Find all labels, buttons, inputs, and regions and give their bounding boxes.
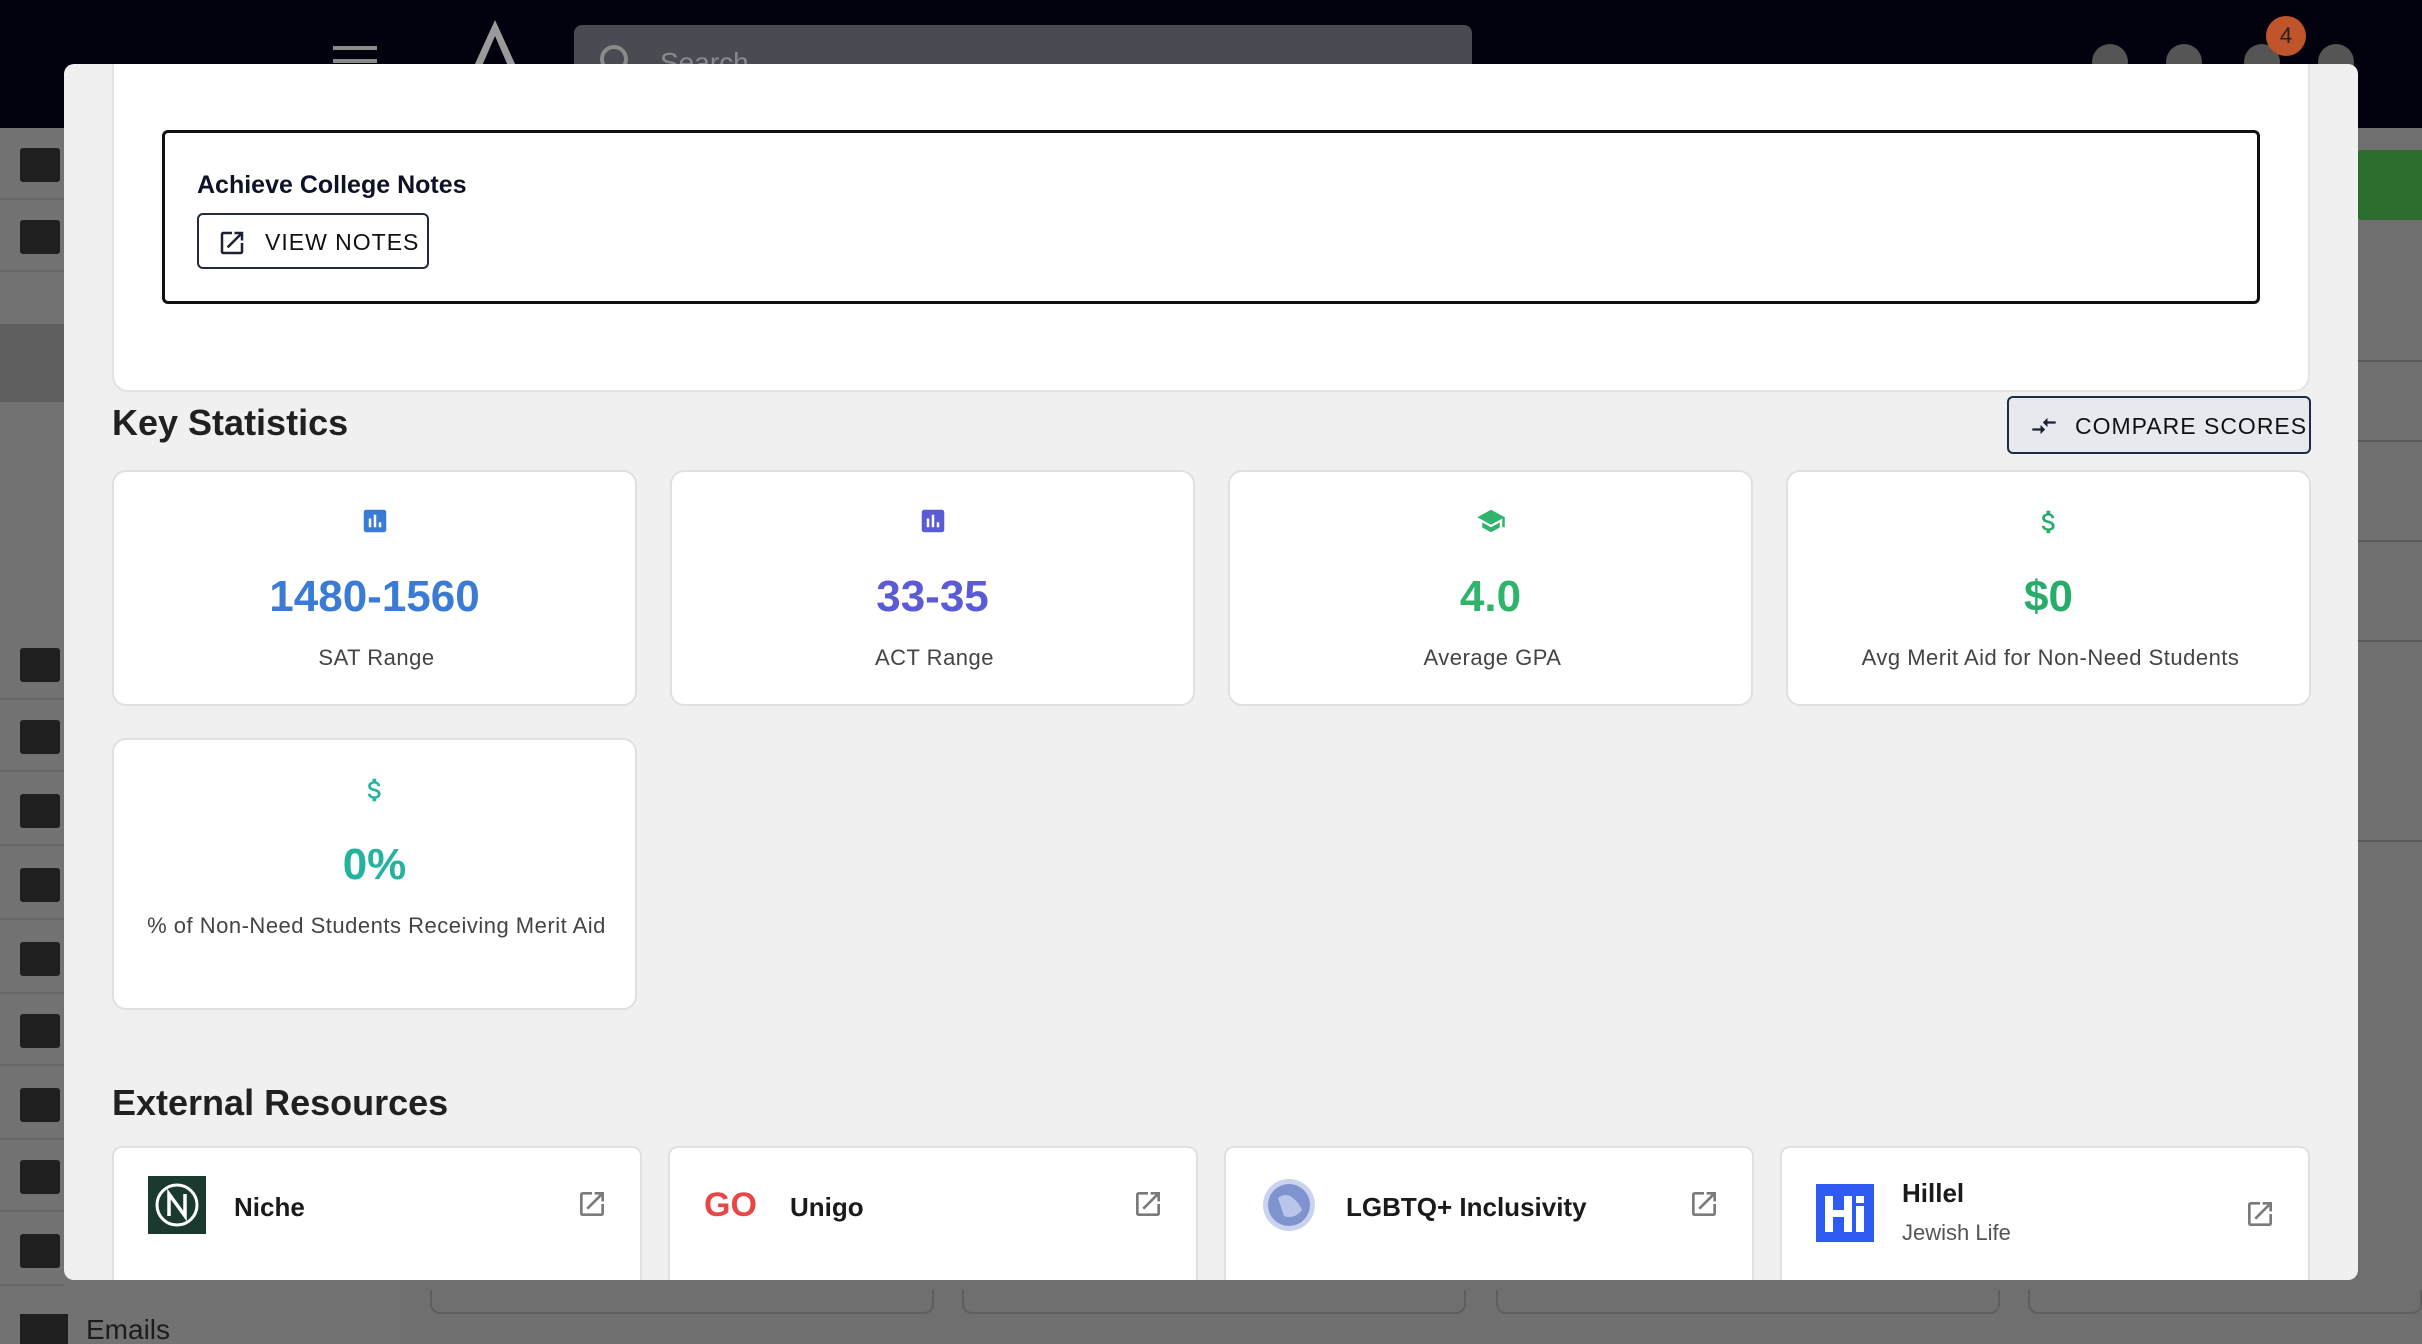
compare-scores-button[interactable]: COMPARE SCORES (2007, 396, 2311, 454)
resource-card-niche[interactable]: Niche (112, 1146, 642, 1280)
sidebar-item-list[interactable] (0, 922, 64, 994)
gpa-value: 4.0 (1459, 572, 1522, 621)
activity-icon (20, 794, 60, 828)
stat-card-sat: 1480-1560 SAT Range (112, 470, 637, 706)
svg-text:GO: GO (704, 1186, 757, 1224)
unigo-logo-icon: GO (704, 1186, 757, 1224)
compare-scores-label: COMPARE SCORES (2075, 413, 2308, 439)
resource-name: Niche (234, 1192, 305, 1222)
book-icon (20, 1160, 60, 1194)
sidebar-item-activity[interactable] (0, 774, 64, 846)
bg-divider (2358, 540, 2422, 542)
open-in-new-icon (220, 231, 244, 255)
layers-icon (20, 648, 60, 682)
sidebar-item-documents[interactable] (0, 1214, 64, 1286)
bg-action-button[interactable] (2356, 150, 2422, 220)
checklist-icon (20, 868, 60, 902)
sidebar-item-reading[interactable] (0, 1140, 64, 1212)
merit-aid-value: $0 (2024, 572, 2073, 621)
dollar-icon (367, 778, 381, 802)
resource-card-unigo[interactable]: GO Unigo (668, 1146, 1198, 1280)
key-statistics-title: Key Statistics (112, 402, 349, 443)
dashboard-icon (20, 148, 60, 182)
video-library-icon (20, 1014, 60, 1048)
bg-card (2028, 1290, 2422, 1314)
bg-divider (2358, 440, 2422, 442)
sidebar-item-merge[interactable] (0, 1068, 64, 1140)
merit-percent-label: % of Non-Need Students Receiving Merit A… (147, 913, 606, 938)
open-in-new-icon (580, 1192, 604, 1216)
open-in-new-icon (1692, 1192, 1716, 1216)
stat-card-merit-aid: $0 Avg Merit Aid for Non-Need Students (1786, 470, 2311, 706)
stat-card-gpa: 4.0 Average GPA (1228, 470, 1753, 706)
resource-name: Hillel (1902, 1178, 1965, 1208)
view-notes-label: VIEW NOTES (265, 229, 420, 255)
sidebar-item-videos[interactable] (0, 994, 64, 1066)
sat-range-label: SAT Range (318, 645, 435, 670)
merit-aid-label: Avg Merit Aid for Non-Need Students (1861, 645, 2240, 670)
open-in-new-icon (2248, 1202, 2272, 1226)
bg-card (430, 1290, 934, 1314)
sidebar-item-layers[interactable] (0, 628, 64, 700)
bg-card (1496, 1290, 2000, 1314)
gpa-label: Average GPA (1423, 645, 1562, 670)
bg-divider (2358, 640, 2422, 642)
resource-card-lgbtq[interactable]: LGBTQ+ Inclusivity (1224, 1146, 1754, 1280)
list-icon (20, 942, 60, 976)
columns-icon (20, 720, 60, 754)
sidebar-item-students[interactable] (0, 200, 64, 272)
resource-subtitle: Jewish Life (1902, 1220, 2011, 1245)
mail-icon (20, 1314, 68, 1344)
graduation-cap-icon (1476, 509, 1505, 533)
open-in-new-icon (1136, 1192, 1160, 1216)
notes-box: Achieve College Notes VIEW NOTES (162, 130, 2260, 304)
stat-card-act: 33-35 ACT Range (670, 470, 1195, 706)
resource-card-hillel[interactable]: Hillel Jewish Life (1780, 1146, 2310, 1280)
niche-logo-icon (148, 1176, 206, 1234)
merit-percent-value: 0% (342, 840, 407, 889)
app-logo-icon (474, 20, 516, 66)
dollar-icon (2041, 510, 2055, 534)
sidebar-item-tasks[interactable] (0, 848, 64, 920)
act-range-value: 33-35 (876, 572, 989, 621)
external-resources-title: External Resources (112, 1082, 449, 1123)
compare-arrows-icon (2032, 417, 2056, 435)
bg-divider (2358, 360, 2422, 362)
notes-title: Achieve College Notes (197, 171, 467, 199)
bar-chart-icon (363, 509, 386, 533)
bg-card (962, 1290, 1466, 1314)
people-icon (20, 220, 60, 254)
sidebar-item-emails[interactable]: Emails (86, 1314, 170, 1344)
merge-icon (20, 1088, 60, 1122)
sat-range-value: 1480-1560 (269, 572, 480, 621)
bg-divider (2358, 840, 2422, 842)
notes-panel: Achieve College Notes VIEW NOTES (112, 64, 2310, 392)
view-notes-button[interactable]: VIEW NOTES (197, 213, 429, 269)
sidebar-item-board[interactable] (0, 700, 64, 772)
college-details-modal: Achieve College Notes VIEW NOTES Key Sta… (64, 64, 2358, 1280)
sidebar-item-dashboard[interactable] (0, 128, 64, 200)
stat-card-merit-percent: 0% % of Non-Need Students Receiving Meri… (112, 738, 637, 1010)
hillel-logo-icon (1816, 1184, 1874, 1242)
notification-badge: 4 (2266, 16, 2306, 56)
bar-chart-icon (921, 509, 944, 533)
act-range-label: ACT Range (874, 645, 995, 670)
resource-name: LGBTQ+ Inclusivity (1346, 1192, 1587, 1222)
globe-logo-icon (1263, 1179, 1315, 1231)
resource-name: Unigo (790, 1192, 864, 1222)
document-icon (20, 1234, 60, 1268)
